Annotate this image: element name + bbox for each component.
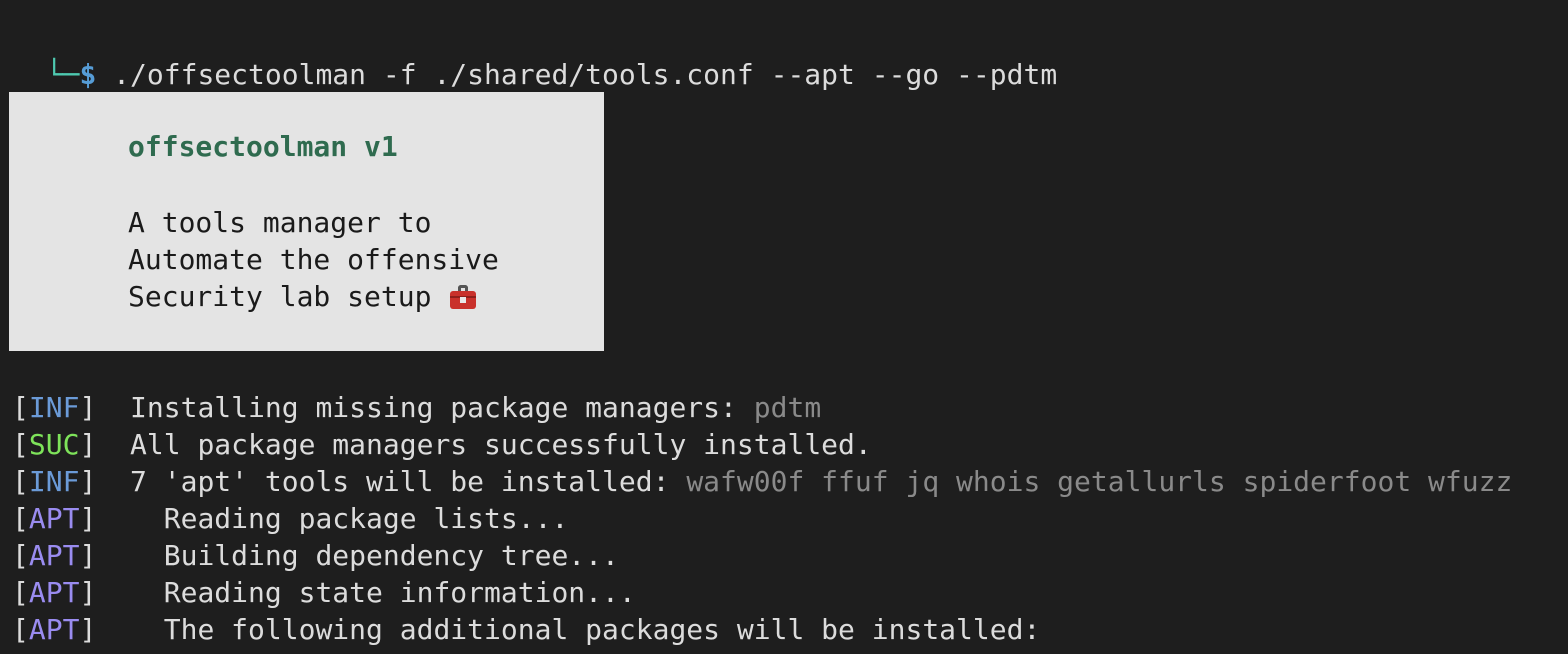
log-message: 7 'apt' tools will be installed: bbox=[130, 465, 687, 498]
log-tag: APT bbox=[28, 613, 80, 646]
banner: offsectoolman v1 A tools manager to Auto… bbox=[9, 92, 604, 351]
log-tag: INF bbox=[28, 391, 80, 424]
log-message: Building dependency tree... bbox=[130, 539, 619, 572]
log-message: All package managers successfully instal… bbox=[130, 428, 872, 461]
log-highlight: pdtm bbox=[753, 391, 822, 424]
toolbox-icon bbox=[450, 285, 477, 309]
log-line: [INF] Installing missing package manager… bbox=[12, 391, 822, 424]
log-line: [INF] 7 'apt' tools will be installed: w… bbox=[12, 465, 1513, 498]
command-line: └─$ ./offsectoolman -f ./shared/tools.co… bbox=[12, 19, 1057, 91]
banner-line-3-text: Security lab setup bbox=[128, 280, 432, 313]
log-message: The following additional packages will b… bbox=[130, 613, 1041, 646]
prompt-dollar: $ bbox=[79, 58, 97, 91]
log-line: [APT] The following additional packages … bbox=[12, 613, 1041, 646]
banner-line-1: A tools manager to bbox=[128, 206, 432, 239]
banner-line-3: Security lab setup bbox=[128, 278, 477, 315]
prompt-corner: └─ bbox=[45, 58, 80, 91]
log-message: Reading package lists... bbox=[130, 502, 569, 535]
log-line: [APT] Reading package lists... bbox=[12, 502, 569, 535]
log-tag: INF bbox=[28, 465, 80, 498]
banner-title: offsectoolman v1 bbox=[128, 130, 398, 163]
log-tag: APT bbox=[28, 539, 80, 572]
command-text: ./offsectoolman -f ./shared/tools.conf -… bbox=[96, 58, 1058, 91]
log-line: [APT] Reading state information... bbox=[12, 576, 636, 609]
log-message: Reading state information... bbox=[130, 576, 636, 609]
log-message: Installing missing package managers: bbox=[130, 391, 754, 424]
log-line: [APT] Building dependency tree... bbox=[12, 539, 619, 572]
log-tag: APT bbox=[28, 502, 80, 535]
log-line: [SUC] All package managers successfully … bbox=[12, 428, 872, 461]
log-tag: SUC bbox=[28, 428, 80, 461]
banner-line-2: Automate the offensive bbox=[128, 243, 499, 276]
log-tag: APT bbox=[28, 576, 80, 609]
log-highlight: wafw00f ffuf jq whois getallurls spiderf… bbox=[686, 465, 1513, 498]
